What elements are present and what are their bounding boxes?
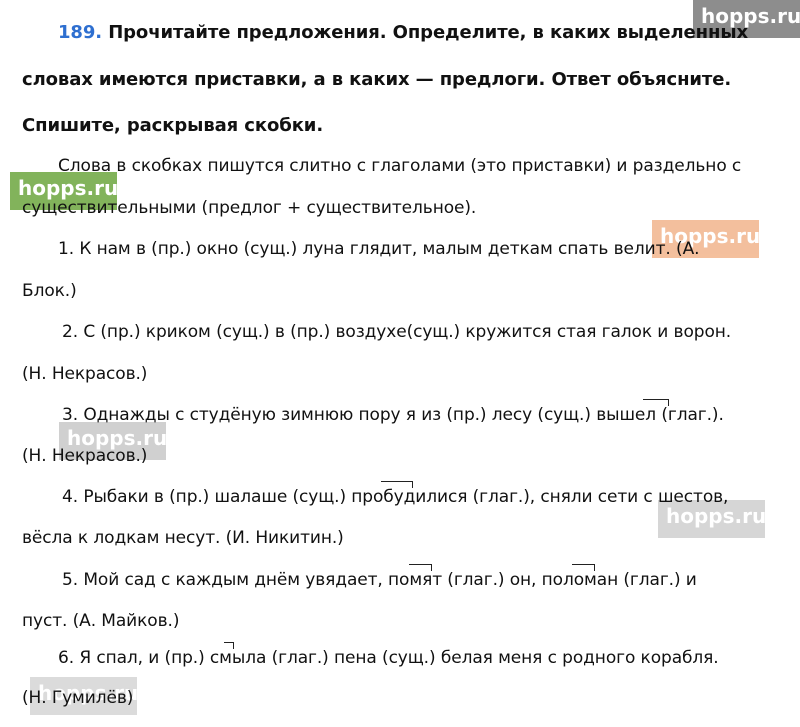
item-3-line-1: 3. Однажды с студёную зимнюю пору я из (… bbox=[62, 405, 724, 425]
task-text-1: Прочитайте предложения. Определите, в ка… bbox=[108, 22, 749, 43]
item-6-line-2: (Н. Гумилёв) bbox=[22, 688, 134, 708]
task-number: 189. bbox=[58, 22, 103, 43]
item-3-line-2: (Н. Некрасов.) bbox=[22, 446, 148, 466]
task-heading-line-3: Спишите, раскрывая скобки. bbox=[22, 115, 324, 136]
item-1-line-2: Блок.) bbox=[22, 281, 77, 301]
prefix-mark-po-2 bbox=[572, 564, 595, 571]
prefix-mark-po-1 bbox=[409, 564, 432, 571]
item-4-line-1: 4. Рыбаки в (пр.) шалаше (сущ.) пробудил… bbox=[62, 487, 729, 507]
prefix-mark-vy bbox=[643, 399, 669, 406]
item-5-line-2: пуст. (А. Майков.) bbox=[22, 611, 180, 631]
prefix-mark-s bbox=[224, 642, 234, 649]
item-2-line-1: 2. С (пр.) криком (сущ.) в (пр.) воздухе… bbox=[62, 322, 732, 342]
task-heading-line-1: 189. Прочитайте предложения. Определите,… bbox=[58, 22, 748, 43]
task-heading-line-2: словах имеются приставки, а в каких — пр… bbox=[22, 69, 732, 90]
item-4-line-2: вёсла к лодкам несут. (И. Никитин.) bbox=[22, 528, 344, 548]
item-1-line-1: 1. К нам в (пр.) окно (сущ.) луна глядит… bbox=[58, 239, 700, 259]
item-6-line-1: 6. Я спал, и (пр.) смыла (глаг.) пена (с… bbox=[58, 648, 719, 668]
item-2-line-2: (Н. Некрасов.) bbox=[22, 364, 148, 384]
intro-line-1: Слова в скобках пишутся слитно с глагола… bbox=[58, 156, 742, 176]
prefix-mark-probu bbox=[381, 481, 413, 488]
intro-line-2: существительными (предлог + существитель… bbox=[22, 198, 477, 218]
item-5-line-1: 5. Мой сад с каждым днём увядает, помят … bbox=[62, 570, 697, 590]
